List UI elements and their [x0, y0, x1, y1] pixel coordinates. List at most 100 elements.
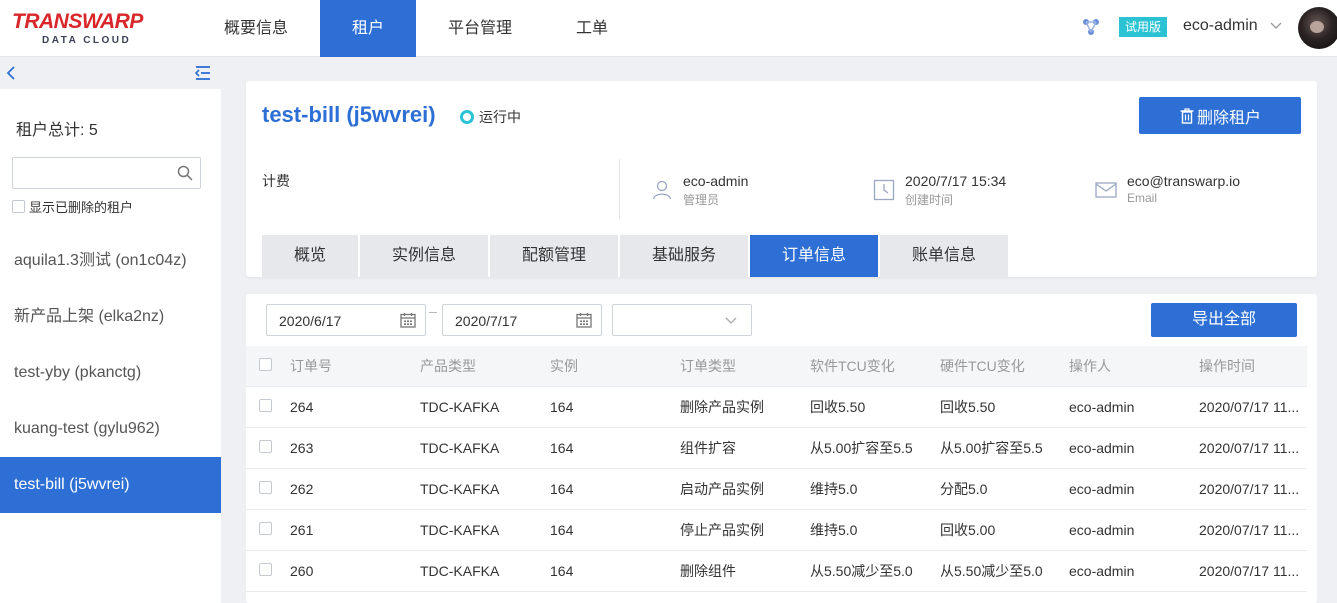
col-instance: 实例: [550, 358, 578, 374]
tenant-item-test-yby[interactable]: test-yby (pkanctg): [0, 345, 221, 401]
tenant-item-kuang-test[interactable]: kuang-test (gylu962): [0, 401, 221, 457]
product-type: TDC-KAFKA: [420, 563, 500, 579]
status-text: 运行中: [479, 109, 521, 125]
mail-icon: [1095, 182, 1117, 198]
avatar[interactable]: [1298, 7, 1337, 49]
order-id: 262: [290, 481, 314, 497]
order-type: 启动产品实例: [680, 481, 764, 497]
end-date-picker[interactable]: 2020/7/17: [442, 304, 602, 336]
col-product-type: 产品类型: [420, 358, 476, 374]
table-row: 264 TDC-KAFKA 164 删除产品实例 回收5.50 回收5.50 e…: [246, 387, 1307, 428]
operator: eco-admin: [1069, 522, 1135, 538]
tenant-search-input[interactable]: [13, 158, 173, 188]
instance: 164: [550, 563, 574, 579]
tab-overview[interactable]: 概览: [262, 235, 358, 277]
show-deleted-checkbox[interactable]: [12, 200, 25, 213]
nav-ticket[interactable]: 工单: [544, 0, 640, 57]
table-row: 262 TDC-KAFKA 164 启动产品实例 维持5.0 分配5.0 eco…: [246, 469, 1307, 510]
network-icon[interactable]: [1082, 18, 1100, 36]
operation-time: 2020/07/17 11...: [1199, 522, 1300, 538]
row-checkbox[interactable]: [259, 440, 272, 453]
tab-base-services[interactable]: 基础服务: [620, 235, 748, 277]
admin-name: eco-admin: [683, 173, 749, 189]
calendar-icon[interactable]: [400, 312, 416, 328]
row-checkbox[interactable]: [259, 481, 272, 494]
select-all-checkbox[interactable]: [259, 358, 272, 371]
instance: 164: [550, 522, 574, 538]
export-all-button[interactable]: 导出全部: [1151, 303, 1297, 337]
product-type: TDC-KAFKA: [420, 481, 500, 497]
table-row: 263 TDC-KAFKA 164 组件扩容 从5.00扩容至5.5 从5.00…: [246, 428, 1307, 469]
tenant-header-card: test-bill (j5wvrei) 运行中 删除租户 计费 eco-admi…: [246, 81, 1317, 277]
tab-orders[interactable]: 订单信息: [750, 235, 878, 277]
status-badge: 运行中: [460, 107, 521, 127]
row-checkbox[interactable]: [259, 563, 272, 576]
order-type-select[interactable]: [612, 304, 752, 336]
orders-card: 2020/6/17 2020/7/17 导出全部 订单号 产品类型 实例 订单类…: [246, 294, 1317, 603]
instance: 164: [550, 440, 574, 456]
hardware-tcu: 从5.50减少至5.0: [940, 563, 1043, 579]
col-order-id: 订单号: [290, 358, 332, 374]
nav-overview[interactable]: 概要信息: [192, 0, 320, 57]
tab-bills[interactable]: 账单信息: [880, 235, 1008, 277]
show-deleted-toggle[interactable]: 显示已删除的租户: [12, 197, 133, 216]
divider: [619, 159, 620, 219]
col-software-tcu: 软件TCU变化: [810, 358, 895, 374]
order-id: 263: [290, 440, 314, 456]
software-tcu: 维持5.0: [810, 522, 858, 538]
tab-quota[interactable]: 配额管理: [490, 235, 618, 277]
software-tcu: 回收5.50: [810, 399, 866, 415]
chevron-left-icon[interactable]: [5, 65, 17, 81]
hardware-tcu: 分配5.0: [940, 481, 988, 497]
operation-time: 2020/07/17 11...: [1199, 563, 1300, 579]
transwarp-logo[interactable]: TRANSWARP DATA CLOUD: [12, 10, 182, 48]
product-type: TDC-KAFKA: [420, 522, 500, 538]
orders-table: 订单号 产品类型 实例 订单类型 软件TCU变化 硬件TCU变化 操作人 操作时…: [246, 346, 1307, 592]
row-checkbox[interactable]: [259, 522, 272, 535]
software-tcu: 维持5.0: [810, 481, 858, 497]
hardware-tcu: 回收5.50: [940, 399, 996, 415]
instance: 164: [550, 481, 574, 497]
table-header-row: 订单号 产品类型 实例 订单类型 软件TCU变化 硬件TCU变化 操作人 操作时…: [246, 346, 1307, 387]
product-type: TDC-KAFKA: [420, 440, 500, 456]
order-type: 组件扩容: [680, 440, 736, 456]
trash-icon: [1180, 107, 1194, 124]
hardware-tcu: 回收5.00: [940, 522, 996, 538]
status-ring-icon: [460, 110, 474, 124]
software-tcu: 从5.50减少至5.0: [810, 563, 913, 579]
search-icon[interactable]: [177, 165, 193, 181]
tenant-tabs: 概览 实例信息 配额管理 基础服务 订单信息 账单信息: [262, 235, 1010, 277]
email-value: eco@transwarp.io: [1127, 173, 1241, 189]
sidebar: 租户总计: 5 显示已删除的租户 aquila1.3测试 (on1c04z) 新…: [0, 57, 221, 603]
calendar-icon[interactable]: [576, 312, 592, 328]
tab-instances[interactable]: 实例信息: [360, 235, 488, 277]
nav-tenant[interactable]: 租户: [320, 0, 416, 57]
table-row: 260 TDC-KAFKA 164 删除组件 从5.50减少至5.0 从5.50…: [246, 551, 1307, 592]
col-order-type: 订单类型: [680, 358, 736, 374]
software-tcu: 从5.00扩容至5.5: [810, 440, 913, 456]
admin-label: 管理员: [683, 193, 720, 207]
order-type: 停止产品实例: [680, 522, 764, 538]
email-label: Email: [1127, 191, 1158, 205]
delete-tenant-button[interactable]: 删除租户: [1139, 97, 1301, 134]
tenant-item-new-product[interactable]: 新产品上架 (elka2nz): [0, 289, 221, 345]
clock-icon: [873, 179, 895, 201]
operation-time: 2020/07/17 11...: [1199, 440, 1300, 456]
user-icon: [652, 180, 672, 200]
chevron-down-icon: [725, 317, 737, 324]
created-time: 2020/7/17 15:34: [905, 173, 1007, 189]
row-checkbox[interactable]: [259, 399, 272, 412]
operator: eco-admin: [1069, 440, 1135, 456]
billing-label: 计费: [262, 173, 290, 189]
sidebar-header: [0, 57, 221, 89]
user-menu[interactable]: eco-admin: [1183, 17, 1258, 35]
chevron-down-icon[interactable]: [1270, 22, 1282, 30]
top-bar: TRANSWARP DATA CLOUD 概要信息 租户 平台管理 工单 试用版…: [0, 0, 1337, 57]
tenant-item-test-bill[interactable]: test-bill (j5wvrei): [0, 457, 221, 513]
collapse-menu-icon[interactable]: [194, 65, 212, 81]
nav-platform[interactable]: 平台管理: [416, 0, 544, 57]
tenant-item-aquila[interactable]: aquila1.3测试 (on1c04z): [0, 233, 221, 289]
start-date-picker[interactable]: 2020/6/17: [266, 304, 426, 336]
order-id: 264: [290, 399, 314, 415]
operation-time: 2020/07/17 11...: [1199, 481, 1300, 497]
